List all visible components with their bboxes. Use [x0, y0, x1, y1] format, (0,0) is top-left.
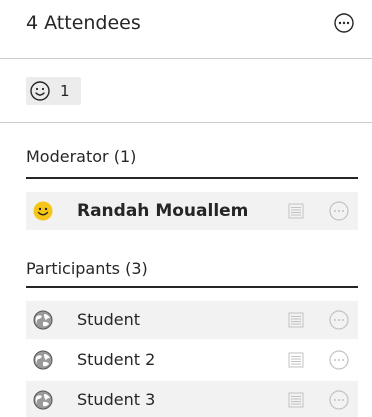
attendee-name: Student [77, 310, 140, 329]
ellipsis-circle-icon [334, 13, 354, 33]
globe-avatar [33, 350, 53, 370]
lines-icon[interactable] [288, 203, 304, 219]
ellipsis-circle-icon[interactable] [328, 349, 350, 371]
attendee-row-participant[interactable]: Student 2 [26, 341, 358, 379]
yellow-smiley-avatar [33, 201, 53, 221]
moderator-heading: Moderator (1) [26, 147, 137, 166]
ellipsis-circle-icon[interactable] [328, 309, 350, 331]
emoji-status-filter[interactable]: 1 [26, 77, 81, 105]
header-divider [0, 58, 372, 59]
attendee-name: Randah Mouallem [77, 201, 249, 221]
moderator-rule [26, 177, 358, 179]
attendees-header: 4 Attendees [0, 0, 372, 58]
attendees-panel: 4 Attendees 1 Moderator (1) Randah Moual… [0, 0, 372, 417]
participants-heading: Participants (3) [26, 259, 148, 278]
lines-icon[interactable] [288, 392, 304, 408]
attendee-row-moderator[interactable]: Randah Mouallem [26, 192, 358, 230]
smiley-icon [30, 81, 50, 101]
attendee-name: Student 2 [77, 350, 156, 369]
globe-avatar [33, 310, 53, 330]
emoji-status-count: 1 [60, 82, 70, 100]
attendees-title: 4 Attendees [26, 12, 141, 34]
lines-icon[interactable] [288, 352, 304, 368]
filter-divider [0, 122, 372, 123]
attendee-row-participant[interactable]: Student [26, 301, 358, 339]
attendee-name: Student 3 [77, 390, 156, 409]
participants-rule [26, 286, 358, 288]
attendees-more-button[interactable] [333, 12, 355, 34]
lines-icon[interactable] [288, 312, 304, 328]
globe-avatar [33, 390, 53, 410]
ellipsis-circle-icon[interactable] [328, 389, 350, 411]
attendee-row-participant[interactable]: Student 3 [26, 381, 358, 417]
ellipsis-circle-icon[interactable] [328, 200, 350, 222]
